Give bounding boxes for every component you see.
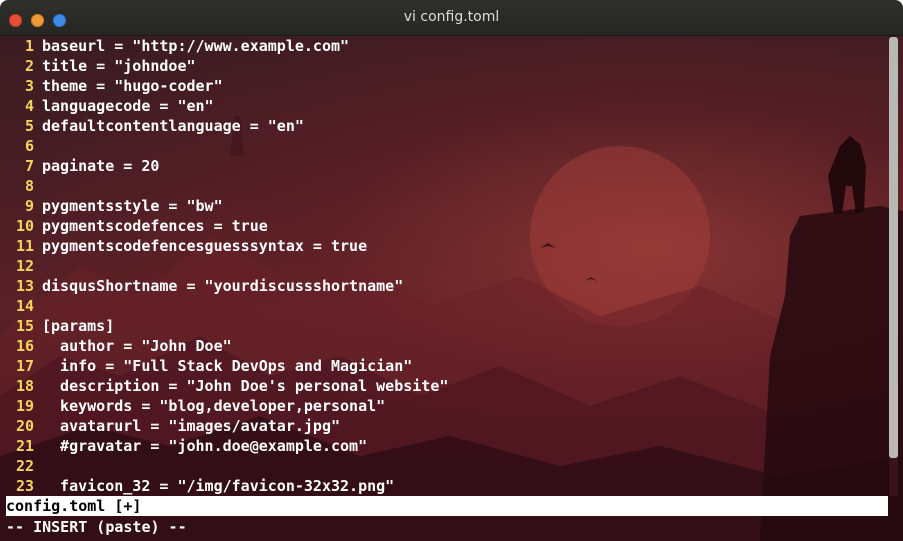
terminal-area[interactable]: 1 baseurl = "http://www.example.com" 2 tit… xyxy=(0,36,903,541)
line-text: theme = "hugo-coder" xyxy=(42,77,223,95)
line-text: baseurl = "http://www.example.com" xyxy=(42,37,350,55)
line-number: 2 xyxy=(24,57,34,75)
line-number: 16 xyxy=(15,337,34,355)
line-text: avatarurl = "images/avatar.jpg" xyxy=(42,417,341,435)
title-bar[interactable]: vi config.toml xyxy=(0,0,903,36)
line-number: 12 xyxy=(15,257,34,275)
scrollbar-thumb[interactable] xyxy=(889,37,898,458)
line-number: 20 xyxy=(15,417,34,435)
line-number: 6 xyxy=(24,137,34,155)
line-number: 19 xyxy=(15,397,34,415)
line-text: keywords = "blog,developer,personal" xyxy=(42,397,386,415)
line-number: 11 xyxy=(15,237,34,255)
line-number: 23 xyxy=(15,477,34,495)
line-number: 17 xyxy=(15,357,34,375)
line-text: author = "John Doe" xyxy=(42,337,232,355)
line-number: 22 xyxy=(15,457,34,475)
line-text: #gravatar = "john.doe@example.com" xyxy=(42,437,368,455)
line-number: 7 xyxy=(24,157,34,175)
line-text: disqusShortname = "yourdiscussshortname" xyxy=(42,277,404,295)
line-number: 21 xyxy=(15,437,34,455)
line-number: 18 xyxy=(15,377,34,395)
line-text: info = "Full Stack DevOps and Magician" xyxy=(42,357,413,375)
line-number: 14 xyxy=(15,297,34,315)
window-title: vi config.toml xyxy=(403,9,500,25)
terminal-window: vi config.toml 1 baseurl = "http://www.ex… xyxy=(0,0,903,541)
line-number: 8 xyxy=(24,177,34,195)
line-text: defaultcontentlanguage = "en" xyxy=(42,117,304,135)
line-number: 15 xyxy=(15,317,34,335)
line-text: pygmentscodefencesguesssyntax = true xyxy=(42,237,368,255)
line-text: description = "John Doe's personal websi… xyxy=(42,377,449,395)
line-text: [params] xyxy=(42,317,115,335)
line-number: 13 xyxy=(15,277,34,295)
line-number: 9 xyxy=(24,197,34,215)
line-text: pygmentsstyle = "bw" xyxy=(42,197,223,215)
line-text: paginate = 20 xyxy=(42,157,160,175)
line-text: title = "johndoe" xyxy=(42,57,196,75)
line-number: 5 xyxy=(24,117,34,135)
vertical-scrollbar[interactable] xyxy=(889,36,898,496)
line-text: pygmentscodefences = true xyxy=(42,217,268,235)
line-number: 1 xyxy=(24,37,34,55)
line-text: favicon_32 = "/img/favicon-32x32.png" xyxy=(42,477,395,495)
line-number: 4 xyxy=(24,97,34,115)
line-text: languagecode = "en" xyxy=(42,97,214,115)
line-number: 10 xyxy=(15,217,34,235)
line-number: 3 xyxy=(24,77,34,95)
vim-status-line: config.toml [+] xyxy=(6,496,888,516)
vim-mode-indicator: -- INSERT (paste) -- xyxy=(6,518,187,536)
